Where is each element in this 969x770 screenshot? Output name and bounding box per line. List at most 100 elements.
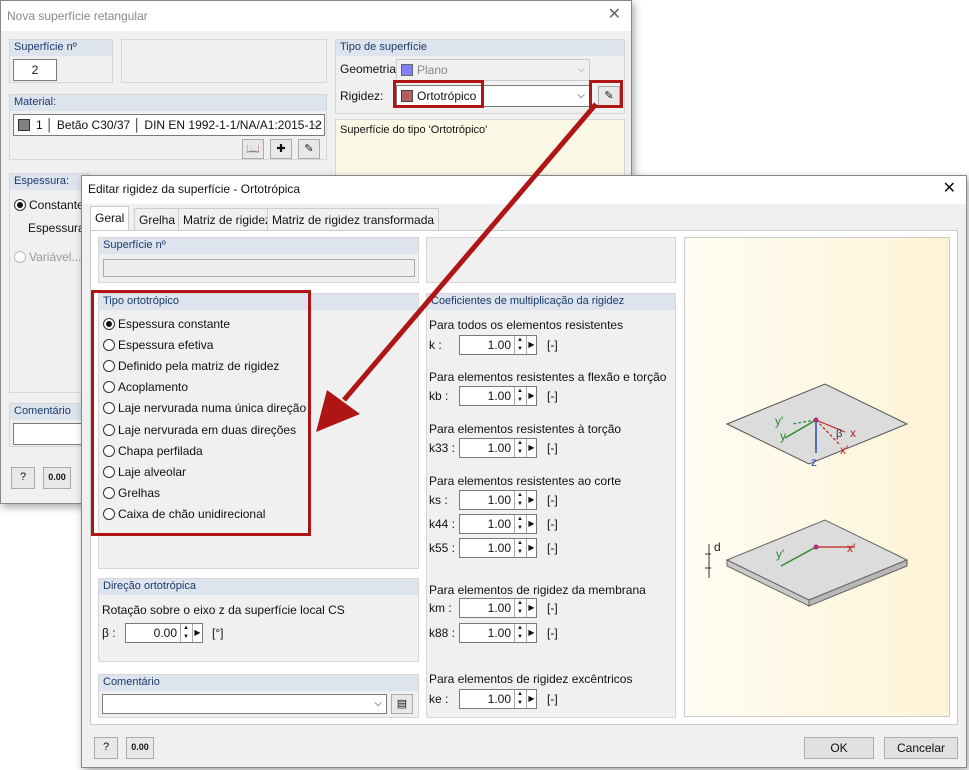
coef-value: 1.00 bbox=[487, 692, 511, 706]
rotation-label: Rotação sobre o eixo z da superfície loc… bbox=[102, 603, 345, 617]
coef-value: 1.00 bbox=[487, 338, 511, 352]
spin-arrow-icon[interactable]: ▶ bbox=[526, 387, 536, 405]
coef-spinner[interactable]: 1.00 ▲ ▼ ▶ bbox=[459, 335, 537, 355]
constant-radio[interactable]: Constante bbox=[14, 196, 84, 214]
units-icon[interactable]: 0.00 bbox=[126, 737, 154, 759]
cancel-button[interactable]: Cancelar bbox=[884, 737, 958, 759]
description-box: Superfície do tipo 'Ortotrópico' bbox=[335, 119, 625, 179]
material-group: Material: 1 │ Betão C30/37 │ DIN EN 1992… bbox=[9, 94, 327, 160]
spin-arrow-icon[interactable]: ▶ bbox=[526, 439, 536, 457]
coef-key: k88 : bbox=[429, 626, 456, 640]
chevron-down-icon: ⌵ bbox=[374, 698, 382, 709]
coef-key: k : bbox=[429, 338, 442, 352]
spin-updown-icon[interactable]: ▲ ▼ bbox=[514, 539, 525, 557]
material-select[interactable]: 1 │ Betão C30/37 │ DIN EN 1992-1-1/NA/A1… bbox=[13, 114, 325, 136]
spin-updown-icon[interactable]: ▲ ▼ bbox=[514, 690, 525, 708]
coef-spinner[interactable]: 1.00 ▲ ▼ ▶ bbox=[459, 623, 537, 643]
diagram-y-prime: y' bbox=[775, 414, 783, 428]
spin-arrow-icon[interactable]: ▶ bbox=[526, 624, 536, 642]
stiffness-label: Rigidez: bbox=[340, 89, 384, 103]
geometry-value: Plano bbox=[417, 63, 448, 77]
coef-spinner[interactable]: 1.00 ▲ ▼ ▶ bbox=[459, 514, 537, 534]
coef-spinner[interactable]: 1.00 ▲ ▼ ▶ bbox=[459, 538, 537, 558]
spin-updown-icon[interactable]: ▲ ▼ bbox=[514, 387, 525, 405]
tab-transformed-matrix[interactable]: Matriz de rigidez transformada bbox=[267, 208, 440, 230]
background-units-icon[interactable]: 0.00 bbox=[43, 467, 71, 489]
coef-unit: [-] bbox=[547, 626, 558, 640]
comment-library-icon[interactable]: ▤ bbox=[391, 694, 413, 714]
dialog-surface-no-group: Superfície nº bbox=[98, 237, 419, 283]
help-icon[interactable]: ? bbox=[94, 737, 118, 759]
background-comment-input[interactable] bbox=[13, 423, 87, 445]
coef-group-title: Para todos os elementos resistentes bbox=[429, 318, 624, 332]
geometry-select[interactable]: Plano ⌵ bbox=[396, 59, 590, 81]
diagram-x-prime-2: x' bbox=[847, 541, 855, 555]
spin-updown-icon[interactable]: ▲ ▼ bbox=[514, 336, 525, 354]
spin-updown-icon[interactable]: ▲ ▼ bbox=[514, 515, 525, 533]
edit-button-highlight bbox=[589, 80, 623, 108]
coef-unit: [-] bbox=[547, 541, 558, 555]
spin-updown-icon[interactable]: ▲ ▼ bbox=[514, 624, 525, 642]
coef-spinner[interactable]: 1.00 ▲ ▼ ▶ bbox=[459, 438, 537, 458]
tab-geral[interactable]: Geral bbox=[90, 206, 130, 231]
surface-no-group: Superfície nº 2 bbox=[9, 39, 113, 83]
surface-no-field[interactable]: 2 bbox=[13, 59, 57, 81]
description-text: Superfície do tipo 'Ortotrópico' bbox=[340, 124, 488, 136]
chevron-down-icon: ⌵ bbox=[577, 64, 585, 75]
variable-radio[interactable]: Variável... bbox=[14, 248, 81, 266]
diagram-x: x bbox=[850, 426, 856, 440]
coef-spinner[interactable]: 1.00 ▲ ▼ ▶ bbox=[459, 689, 537, 709]
material-library-icon[interactable]: 📖 bbox=[242, 139, 264, 159]
coef-spinner[interactable]: 1.00 ▲ ▼ ▶ bbox=[459, 386, 537, 406]
thickness-group: Espessura: Constante Espessura d Variáve… bbox=[9, 173, 95, 393]
ok-button[interactable]: OK bbox=[804, 737, 874, 759]
background-help-icon[interactable]: ? bbox=[11, 467, 35, 489]
coef-value: 1.00 bbox=[487, 441, 511, 455]
coef-value: 1.00 bbox=[487, 601, 511, 615]
background-title-bar: Nova superfície retangular ✕ bbox=[1, 1, 631, 31]
coef-value: 1.00 bbox=[487, 517, 511, 531]
ortho-type-highlight bbox=[91, 290, 311, 536]
coef-unit: [-] bbox=[547, 441, 558, 455]
spin-updown-icon[interactable]: ▲ ▼ bbox=[514, 599, 525, 617]
empty-group bbox=[121, 39, 327, 83]
spin-updown-icon[interactable]: ▲ ▼ bbox=[180, 624, 191, 642]
constant-label: Constante bbox=[29, 198, 84, 212]
coef-unit: [-] bbox=[547, 493, 558, 507]
coef-key: k55 : bbox=[429, 541, 456, 555]
beta-spinner[interactable]: 0.00 ▲ ▼ ▶ bbox=[125, 623, 203, 643]
dialog-title-bar: Editar rigidez da superfície - Ortotrópi… bbox=[82, 176, 966, 204]
coef-key: kb : bbox=[429, 389, 449, 403]
chevron-down-icon: ⌵ bbox=[577, 90, 585, 101]
spin-arrow-icon[interactable]: ▶ bbox=[526, 515, 536, 533]
spin-arrow-icon[interactable]: ▶ bbox=[526, 690, 536, 708]
background-title: Nova superfície retangular bbox=[7, 9, 148, 23]
coefficients-group: Coeficientes de multiplicação da rigidez… bbox=[426, 293, 676, 718]
coef-spinner[interactable]: 1.00 ▲ ▼ ▶ bbox=[459, 598, 537, 618]
coef-group-title: Para elementos resistentes a flexão e to… bbox=[429, 370, 667, 384]
background-close-icon[interactable]: ✕ bbox=[608, 7, 621, 23]
edit-material-icon[interactable]: ✎ bbox=[298, 139, 320, 159]
beta-label: β : bbox=[102, 626, 116, 640]
radio-selected-icon bbox=[14, 199, 26, 211]
comment-label: Comentário bbox=[99, 675, 418, 691]
coef-unit: [-] bbox=[547, 517, 558, 531]
tab-stiffness-matrix[interactable]: Matriz de rigidez bbox=[178, 208, 277, 230]
spin-arrow-icon[interactable]: ▶ bbox=[526, 599, 536, 617]
spin-arrow-icon[interactable]: ▶ bbox=[526, 336, 536, 354]
coef-spinner[interactable]: 1.00 ▲ ▼ ▶ bbox=[459, 490, 537, 510]
comment-input[interactable]: ⌵ bbox=[102, 694, 387, 714]
geometry-label: Geometria: bbox=[340, 62, 400, 76]
coef-group-title: Para elementos de rigidez da membrana bbox=[429, 583, 646, 597]
close-icon[interactable]: ✕ bbox=[943, 181, 956, 197]
tab-grelha[interactable]: Grelha bbox=[134, 208, 181, 230]
surface-type-label: Tipo de superfície bbox=[336, 40, 624, 56]
diagram-z: z bbox=[811, 455, 817, 469]
new-material-icon[interactable]: ✚ bbox=[270, 139, 292, 159]
spin-arrow-icon[interactable]: ▶ bbox=[526, 491, 536, 509]
spin-arrow-icon[interactable]: ▶ bbox=[526, 539, 536, 557]
spin-arrow-icon[interactable]: ▶ bbox=[192, 624, 202, 642]
spin-updown-icon[interactable]: ▲ ▼ bbox=[514, 439, 525, 457]
coef-unit: [-] bbox=[547, 338, 558, 352]
spin-updown-icon[interactable]: ▲ ▼ bbox=[514, 491, 525, 509]
